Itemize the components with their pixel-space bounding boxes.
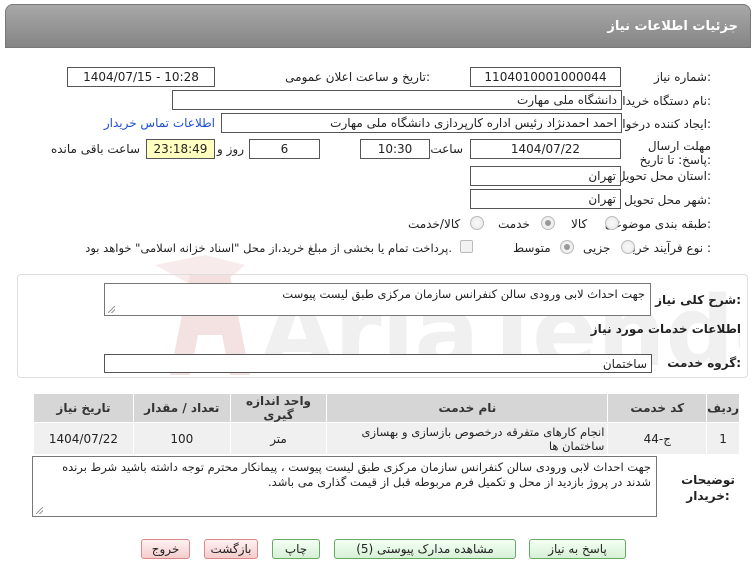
buyer-notes-label: توضیحات خریدار:	[681, 473, 735, 503]
category-service-label: خدمت	[498, 217, 530, 231]
remaining-time-value: 23:18:49	[146, 139, 215, 159]
print-button[interactable]: چاپ	[272, 539, 320, 559]
need-number-label: شماره نیاز:	[653, 70, 711, 84]
deadline-time-value: 10:30	[360, 139, 430, 159]
col-header-unit: واحد اندازه گیری	[229, 393, 328, 423]
cell-need-date: 1404/07/22	[33, 422, 134, 455]
cell-row-number: 1	[706, 422, 740, 455]
reply-button[interactable]: پاسخ به نیاز	[529, 539, 626, 559]
table-header-row: ردیف کد خدمت نام خدمت واحد اندازه گیری ت…	[33, 393, 740, 423]
category-goods-label: کالا	[571, 217, 588, 231]
buyer-org-label: نام دستگاه خریدار:	[616, 94, 712, 108]
buyer-contact-link[interactable]: اطلاعات تماس خریدار	[104, 116, 215, 130]
province-value: تهران	[470, 166, 621, 186]
page-header: جزئیات اطلاعات نیاز	[5, 4, 751, 48]
exit-button[interactable]: خروج	[141, 539, 190, 559]
city-value: تهران	[470, 189, 621, 209]
buyer-org-value: دانشگاه ملی مهارت	[172, 90, 622, 110]
resize-grip-icon[interactable]	[108, 306, 115, 313]
view-attachments-button[interactable]: مشاهده مدارک پیوستی (5)	[334, 539, 516, 559]
page: جزئیات اطلاعات نیاز AriaTender.net شماره…	[0, 0, 755, 574]
announce-datetime-value: 1404/07/15 - 10:28	[67, 67, 215, 87]
category-goods-service-label: کالا/خدمت	[408, 217, 461, 231]
col-header-need-date: تاریخ نیاز	[33, 393, 134, 423]
cell-unit: متر	[229, 422, 328, 455]
category-label: طبقه بندی موضوعی:	[604, 217, 711, 231]
process-type-label: نوع فرآیند خرید :	[626, 241, 711, 255]
days-remaining-value: 6	[249, 139, 320, 159]
general-desc-text: جهت احداث لابی ورودی سالن کنفرانس سازمان…	[282, 287, 645, 301]
cell-quantity: 100	[132, 422, 231, 455]
service-group-value: ساختمان	[104, 354, 652, 373]
process-radio-medium[interactable]	[560, 240, 574, 254]
days-and-label: روز و	[217, 142, 244, 156]
category-radio-goods[interactable]	[605, 216, 619, 230]
deadline-label: مهلت ارسال پاسخ: تا تاریخ:	[639, 139, 711, 167]
services-info-title: اطلاعات خدمات مورد نیاز	[590, 322, 741, 336]
process-medium-label: متوسط	[513, 241, 551, 255]
general-desc-textarea[interactable]: جهت احداث لابی ورودی سالن کنفرانس سازمان…	[104, 283, 651, 316]
col-header-quantity: تعداد / مقدار	[132, 393, 231, 423]
deadline-date-value: 1404/07/22	[470, 139, 621, 159]
announce-datetime-label: تاریخ و ساعت اعلان عمومی:	[285, 70, 430, 84]
general-desc-label: شرح کلی نیاز:	[655, 293, 741, 307]
city-label: شهر محل تحویل:	[624, 193, 711, 207]
service-group-label: گروه خدمت:	[667, 356, 741, 370]
services-table: ردیف کد خدمت نام خدمت واحد اندازه گیری ت…	[33, 393, 740, 455]
requester-value: احمد احمدنژاد رئیس اداره کارپردازی دانشگ…	[221, 113, 622, 133]
province-label: استان محل تحویل:	[616, 169, 711, 183]
col-header-service-name: نام خدمت	[326, 393, 609, 423]
cell-service-code: ج-44	[607, 422, 708, 455]
deadline-time-label: ساعت	[430, 142, 463, 156]
category-radio-goods-service[interactable]	[470, 216, 484, 230]
treasury-payment-checkbox[interactable]	[460, 240, 473, 253]
process-minor-label: جزیی	[583, 241, 611, 255]
col-header-service-code: کد خدمت	[607, 393, 708, 423]
process-radio-minor[interactable]	[621, 240, 635, 254]
table-row: 1 ج-44 انجام کارهای متفرقه درخصوص بازساز…	[33, 422, 740, 455]
remaining-time-label: ساعت باقی مانده	[50, 142, 140, 156]
category-radio-service[interactable]	[541, 216, 555, 230]
cell-service-name: انجام کارهای متفرقه درخصوص بازسازی و بهس…	[326, 422, 609, 455]
buyer-notes-textarea[interactable]: جهت احداث لابی ورودی سالن کنفرانس سازمان…	[32, 456, 657, 517]
buyer-notes-text: جهت احداث لابی ورودی سالن کنفرانس سازمان…	[62, 460, 651, 489]
resize-grip-icon[interactable]	[36, 507, 43, 514]
need-number-value: 1104010001000044	[470, 67, 621, 87]
page-title: جزئیات اطلاعات نیاز	[607, 19, 738, 34]
col-header-row-number: ردیف	[706, 393, 740, 423]
treasury-payment-note: پرداخت تمام یا بخشی از مبلغ خرید،از محل …	[85, 241, 452, 255]
back-button[interactable]: بازگشت	[204, 539, 258, 559]
